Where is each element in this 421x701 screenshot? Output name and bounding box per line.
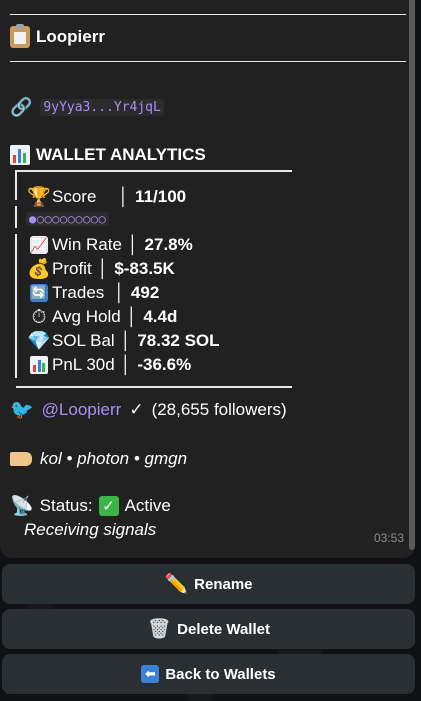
message-time: 03:53 bbox=[373, 531, 404, 545]
chart-up-icon: 📈 bbox=[30, 236, 48, 254]
delete-label: Delete Wallet bbox=[177, 620, 270, 638]
trophy-icon: 🏆 bbox=[27, 185, 51, 208]
divider-title bbox=[10, 61, 406, 62]
row-avg-hold: ⏱ Avg Hold │ 4.4d bbox=[26, 305, 178, 328]
repeat-icon: 🔄 bbox=[30, 284, 48, 302]
clipboard-icon bbox=[10, 24, 30, 48]
satellite-icon: 📡 bbox=[10, 494, 34, 517]
gem-icon: 💎 bbox=[27, 329, 51, 352]
analytics-title: WALLET ANALYTICS bbox=[36, 145, 206, 164]
scrollbar[interactable] bbox=[409, 0, 415, 550]
pencil-icon: ✏️ bbox=[164, 572, 189, 595]
status-row: 📡 Status: ✓ Active bbox=[10, 496, 171, 516]
divider-top bbox=[10, 14, 406, 15]
bar-chart-icon bbox=[10, 145, 30, 165]
delete-wallet-button[interactable]: 🗑 Delete Wallet bbox=[2, 609, 415, 649]
row-pnl-30d: PnL 30d │ -36.6% bbox=[26, 354, 191, 376]
twitter-row: 🐦 @Loopierr ✓ (28,655 followers) bbox=[10, 400, 287, 420]
status-value: Active bbox=[124, 496, 171, 515]
verified-check: ✓ bbox=[129, 400, 144, 419]
score-value: 11/100 bbox=[135, 187, 187, 206]
bar-chart-icon bbox=[26, 356, 52, 374]
row-win-rate: 📈 Win Rate │ 27.8% bbox=[26, 234, 193, 256]
bird-icon: 🐦 bbox=[10, 398, 34, 421]
status-prefix: Status: bbox=[39, 496, 93, 515]
check-mark-icon: ✓ bbox=[98, 496, 119, 516]
wallet-address[interactable]: 9yYya3...Yr4jqL bbox=[40, 99, 164, 116]
money-bag-icon: 💰 bbox=[27, 257, 51, 280]
back-to-wallets-button[interactable]: ⬅ Back to Wallets bbox=[2, 654, 415, 694]
row-sol-bal: 💎 SOL Bal │ 78.32 SOL bbox=[27, 329, 220, 352]
twitter-handle[interactable]: @Loopierr bbox=[42, 400, 122, 420]
wallet-name: Loopierr bbox=[36, 27, 105, 46]
link-icon: 🔗 bbox=[10, 97, 33, 117]
score-label: Score bbox=[52, 187, 97, 206]
status-subtext: Receiving signals bbox=[24, 520, 157, 539]
back-arrow-icon: ⬅ bbox=[141, 665, 160, 683]
analytics-heading: WALLET ANALYTICS bbox=[10, 145, 206, 165]
rename-button[interactable]: ✏️ Rename bbox=[2, 564, 415, 604]
score-progress-bar: ●○○○○○○○○○ bbox=[26, 212, 110, 226]
rename-label: Rename bbox=[194, 575, 253, 593]
label-icon bbox=[10, 452, 32, 466]
analytics-table: 🏆 Score │ 11/100 ●○○○○○○○○○ 📈 Win Rate │… bbox=[15, 170, 292, 388]
wallet-title: Loopierr bbox=[10, 24, 105, 48]
back-label: Back to Wallets bbox=[165, 665, 276, 683]
tags-text: kol • photon • gmgn bbox=[40, 449, 188, 468]
row-score: 🏆 Score │ 11/100 bbox=[27, 185, 187, 208]
row-trades: 🔄 Trades │ 492 bbox=[26, 282, 159, 304]
stopwatch-icon: ⏱ bbox=[31, 305, 47, 328]
address-row: 🔗 9yYya3...Yr4jqL bbox=[10, 97, 164, 118]
trash-icon: 🗑 bbox=[147, 617, 172, 640]
followers-count: (28,655 followers) bbox=[151, 400, 287, 419]
message-bubble: Loopierr 🔗 9yYya3...Yr4jqL WALLET ANALYT… bbox=[0, 0, 415, 558]
row-profit: 💰 Profit │ $-83.5K bbox=[27, 257, 175, 280]
tags-row: kol • photon • gmgn bbox=[10, 449, 187, 469]
